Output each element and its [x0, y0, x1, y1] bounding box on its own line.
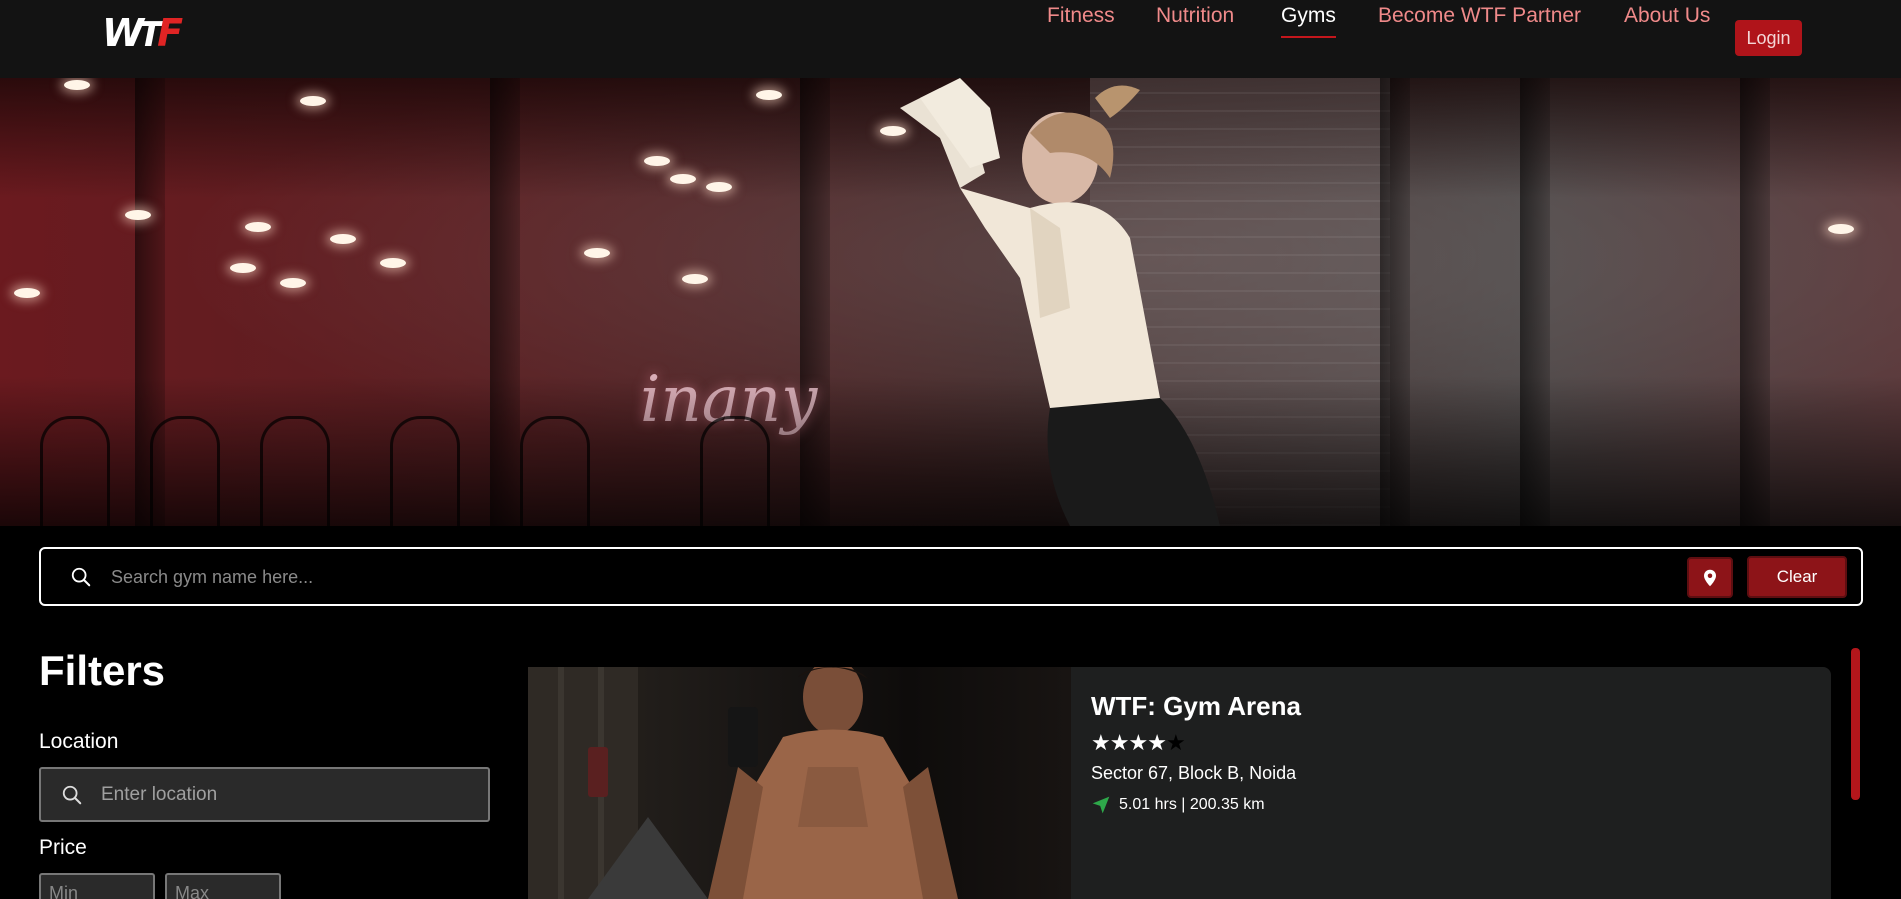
clear-button[interactable]: Clear: [1747, 556, 1847, 598]
top-navbar: WTF Fitness Nutrition Gyms Become WTF Pa…: [0, 0, 1901, 78]
nav-link-become-partner[interactable]: Become WTF Partner: [1378, 0, 1581, 32]
navigation-arrow-icon: [1092, 796, 1110, 814]
star-empty-icon: ★: [1165, 730, 1186, 755]
gym-card[interactable]: WTF: Gym Arena ★★★★★ Sector 67, Block B,…: [1071, 667, 1831, 899]
gym-address: Sector 67, Block B, Noida: [1091, 763, 1297, 783]
gym-distance: 5.01 hrs | 200.35 km: [1119, 796, 1265, 813]
nav-link-nutrition[interactable]: Nutrition: [1156, 0, 1234, 32]
price-min-input[interactable]: [39, 873, 155, 899]
star-icon: ★: [1091, 730, 1111, 755]
nav-link-about-us[interactable]: About Us: [1624, 0, 1710, 32]
gym-name[interactable]: WTF: Gym Arena: [1091, 691, 1301, 722]
search-icon: [71, 567, 91, 587]
hero-banner: inany: [0, 78, 1901, 526]
nav-link-gyms[interactable]: Gyms: [1281, 0, 1336, 38]
login-button[interactable]: Login: [1735, 20, 1802, 56]
star-icon: ★: [1128, 730, 1148, 755]
gym-search-input[interactable]: [111, 559, 1691, 595]
nav-link-fitness[interactable]: Fitness: [1047, 0, 1115, 32]
use-location-button[interactable]: [1687, 557, 1733, 598]
location-filter: [39, 767, 490, 822]
wtf-logo[interactable]: WTF: [102, 14, 183, 52]
gym-rating: ★★★★★: [1091, 730, 1186, 756]
location-filter-label: Location: [39, 730, 119, 753]
search-icon: [62, 785, 82, 805]
star-icon: ★: [1109, 730, 1130, 755]
map-pin-icon: [1704, 569, 1716, 586]
star-icon: ★: [1147, 730, 1167, 755]
gym-search-bar: Clear: [39, 547, 1863, 606]
price-max-input[interactable]: [165, 873, 281, 899]
location-input[interactable]: [101, 779, 481, 811]
gym-distance-row: 5.01 hrs | 200.35 km: [1091, 795, 1265, 815]
gym-image[interactable]: [528, 667, 1071, 899]
filters-title: Filters: [39, 647, 166, 694]
price-filter-label: Price: [39, 836, 87, 859]
athlete-image: [900, 78, 1220, 526]
scrollbar-thumb[interactable]: [1851, 648, 1860, 800]
